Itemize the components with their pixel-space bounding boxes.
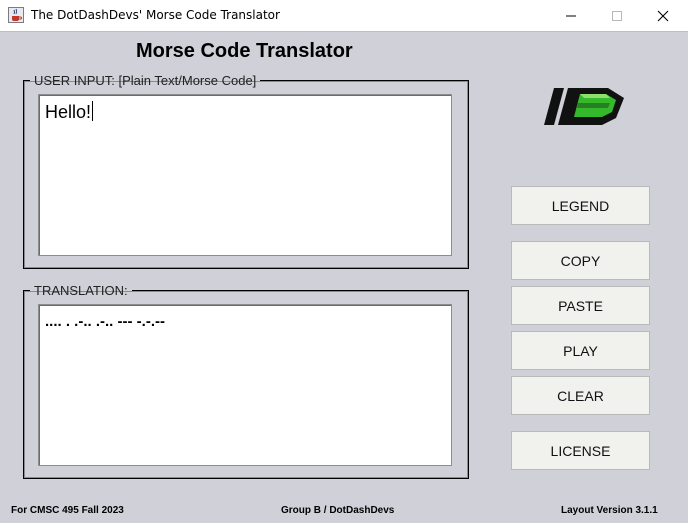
footer-version: Layout Version 3.1.1 bbox=[561, 505, 658, 516]
window-titlebar: The DotDashDevs' Morse Code Translator bbox=[0, 0, 688, 32]
footer-group: Group B / DotDashDevs bbox=[281, 505, 395, 516]
license-button[interactable]: LICENSE bbox=[511, 431, 650, 470]
minimize-button[interactable] bbox=[548, 0, 594, 31]
translation-label: TRANSLATION: bbox=[34, 283, 128, 298]
user-input-textarea[interactable]: Hello! bbox=[38, 94, 452, 256]
legend-button[interactable]: LEGEND bbox=[511, 186, 650, 225]
clear-button[interactable]: CLEAR bbox=[511, 376, 650, 415]
user-input-label: USER INPUT: [Plain Text/Morse Code] bbox=[34, 73, 257, 88]
maximize-button[interactable] bbox=[594, 0, 640, 31]
text-caret bbox=[92, 101, 94, 121]
close-icon bbox=[657, 10, 669, 21]
user-input-value: Hello! bbox=[45, 101, 94, 122]
minimize-icon bbox=[566, 15, 576, 16]
window-title: The DotDashDevs' Morse Code Translator bbox=[31, 8, 280, 22]
paste-button[interactable]: PASTE bbox=[511, 286, 650, 325]
dotdashdevs-logo bbox=[519, 84, 626, 133]
close-button[interactable] bbox=[640, 0, 686, 31]
app-title: Morse Code Translator bbox=[136, 40, 353, 62]
play-button[interactable]: PLAY bbox=[511, 331, 650, 370]
translation-value: .... . .-.. .-.. --- -.-.-- bbox=[45, 313, 165, 330]
copy-button[interactable]: COPY bbox=[511, 241, 650, 280]
java-cup-icon bbox=[8, 7, 24, 23]
maximize-icon bbox=[612, 10, 622, 21]
footer-course: For CMSC 495 Fall 2023 bbox=[11, 505, 124, 516]
translation-textarea[interactable]: .... . .-.. .-.. --- -.-.-- bbox=[38, 304, 452, 466]
